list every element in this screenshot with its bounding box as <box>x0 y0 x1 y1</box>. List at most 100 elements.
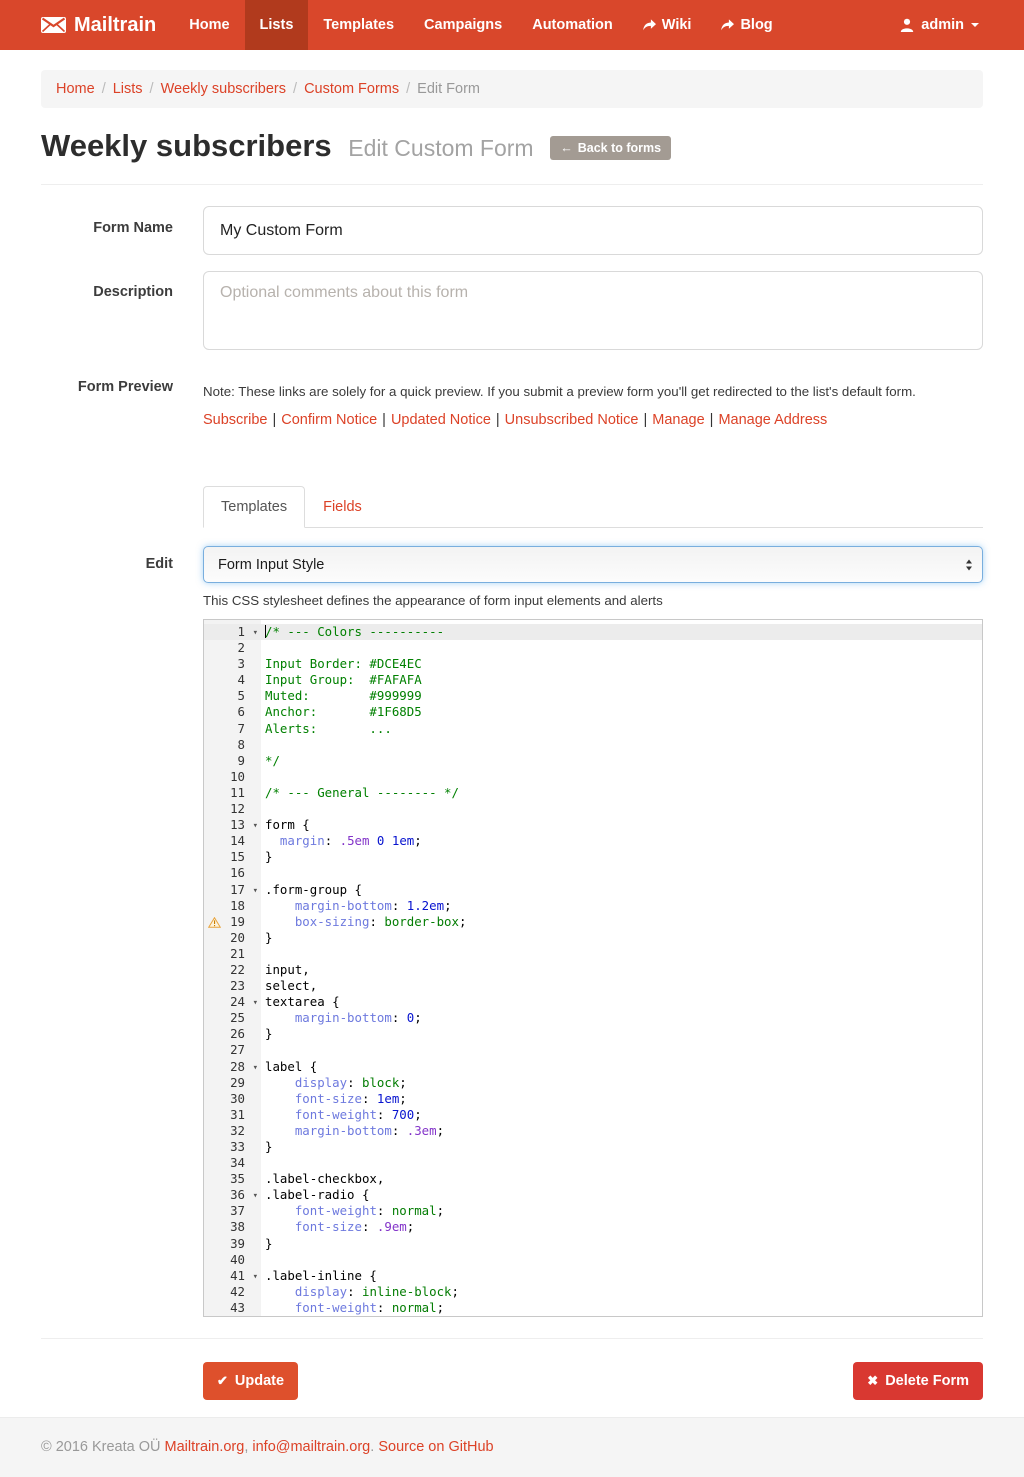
code-text: Muted: #999999 <box>261 688 422 704</box>
breadcrumb-link-lists[interactable]: Lists <box>113 81 143 97</box>
footer-link-source-on-github[interactable]: Source on GitHub <box>378 1439 493 1455</box>
code-text: display: inline-block; <box>261 1284 459 1300</box>
fold-arrow-icon[interactable]: ▾ <box>253 995 258 1011</box>
line-number: 1▾ <box>204 624 261 640</box>
code-text <box>261 801 265 817</box>
tab-templates[interactable]: Templates <box>203 486 305 528</box>
preview-link-subscribe[interactable]: Subscribe <box>203 412 267 428</box>
line-number: 39 <box>204 1236 261 1252</box>
code-line: 38 font-size: .9em; <box>204 1219 982 1235</box>
user-name: admin <box>921 17 964 33</box>
code-line: 6Anchor: #1F68D5 <box>204 704 982 720</box>
delete-form-button[interactable]: ✖ Delete Form <box>853 1362 983 1400</box>
description-textarea[interactable] <box>203 271 983 350</box>
tab-fields[interactable]: Fields <box>305 486 380 528</box>
line-number: 30 <box>204 1091 261 1107</box>
pipe-separator: | <box>705 412 719 428</box>
code-text: .form-group { <box>261 882 362 898</box>
fold-arrow-icon[interactable]: ▾ <box>253 1060 258 1076</box>
code-text: margin-left: .3em; <box>261 1316 429 1317</box>
nav-item-automation[interactable]: Automation <box>517 0 628 50</box>
nav-item-wiki[interactable]: Wiki <box>628 0 707 50</box>
code-line: 33} <box>204 1139 982 1155</box>
breadcrumb-separator: / <box>95 81 113 97</box>
line-number: 13▾ <box>204 817 261 833</box>
footer: © 2016 Kreata OÜ Mailtrain.org, info@mai… <box>0 1417 1024 1477</box>
chevron-down-icon <box>971 23 979 27</box>
pipe-separator: | <box>377 412 391 428</box>
nav-item-blog[interactable]: Blog <box>706 0 787 50</box>
fold-arrow-icon[interactable]: ▾ <box>253 625 258 641</box>
code-text: input, <box>261 962 310 978</box>
code-text: Anchor: #1F68D5 <box>261 704 422 720</box>
code-text: margin-bottom: 0; <box>261 1010 422 1026</box>
code-line: 10 <box>204 769 982 785</box>
fold-arrow-icon[interactable]: ▾ <box>253 1269 258 1285</box>
code-line: 40 <box>204 1252 982 1268</box>
css-code-editor[interactable]: 1▾/* --- Colors ----------23Input Border… <box>203 619 983 1317</box>
code-text: margin-bottom: .3em; <box>261 1123 444 1139</box>
code-text <box>261 640 265 656</box>
breadcrumb-link-custom-forms[interactable]: Custom Forms <box>304 81 399 97</box>
line-number: 32 <box>204 1123 261 1139</box>
nav-item-home[interactable]: Home <box>174 0 244 50</box>
fold-arrow-icon[interactable]: ▾ <box>253 1188 258 1204</box>
code-text: select, <box>261 978 317 994</box>
fold-arrow-icon[interactable]: ▾ <box>253 818 258 834</box>
edit-label: Edit <box>41 546 203 1317</box>
preview-link-unsubscribed-notice[interactable]: Unsubscribed Notice <box>505 412 639 428</box>
nav-item-label: Wiki <box>662 17 692 33</box>
form-name-label: Form Name <box>41 206 203 255</box>
line-number: 2 <box>204 640 261 656</box>
main-nav: Home Lists TemplatesCampaignsAutomation Wik… <box>174 0 787 50</box>
pipe-separator: | <box>638 412 652 428</box>
footer-link-mailtrain.org[interactable]: Mailtrain.org <box>165 1439 245 1455</box>
line-number: 20 <box>204 930 261 946</box>
line-number: 37 <box>204 1203 261 1219</box>
preview-link-updated-notice[interactable]: Updated Notice <box>391 412 491 428</box>
code-line: 42 display: inline-block; <box>204 1284 982 1300</box>
back-to-forms-button[interactable]: ← Back to forms <box>550 136 671 160</box>
nav-item-lists[interactable]: Lists <box>245 0 309 50</box>
code-text: font-weight: normal; <box>261 1203 444 1219</box>
code-text: font-weight: 700; <box>261 1107 422 1123</box>
line-number: 15 <box>204 849 261 865</box>
breadcrumb-link-home[interactable]: Home <box>56 81 95 97</box>
code-text: box-sizing: border-box; <box>261 914 466 930</box>
line-number: 3 <box>204 656 261 672</box>
preview-link-manage[interactable]: Manage <box>652 412 704 428</box>
breadcrumb-separator: / <box>286 81 304 97</box>
edit-help-text: This CSS stylesheet defines the appearan… <box>203 593 983 608</box>
nav-item-label: Lists <box>260 17 294 33</box>
breadcrumb-link-weekly-subscribers[interactable]: Weekly subscribers <box>161 81 286 97</box>
user-menu[interactable]: admin <box>896 0 983 50</box>
x-icon: ✖ <box>867 1373 878 1389</box>
edit-template-select[interactable]: Form Input Style <box>203 546 983 583</box>
code-text <box>261 1252 265 1268</box>
code-line: 28▾label { <box>204 1059 982 1075</box>
update-button[interactable]: ✔ Update <box>203 1362 298 1400</box>
select-arrows-icon <box>966 559 972 570</box>
line-number: 4 <box>204 672 261 688</box>
line-number: 34 <box>204 1155 261 1171</box>
code-text: } <box>261 1026 272 1042</box>
fold-arrow-icon[interactable]: ▾ <box>253 883 258 899</box>
code-text: margin: .5em 0 1em; <box>261 833 422 849</box>
external-link-icon <box>721 19 734 31</box>
form-preview-label: Form Preview <box>41 379 203 428</box>
preview-link-confirm-notice[interactable]: Confirm Notice <box>281 412 377 428</box>
form-name-input[interactable] <box>203 206 983 255</box>
line-number: 21 <box>204 946 261 962</box>
line-number: 38 <box>204 1219 261 1235</box>
preview-link-manage-address[interactable]: Manage Address <box>718 412 827 428</box>
nav-item-campaigns[interactable]: Campaigns <box>409 0 517 50</box>
footer-link-info@mailtrain.org[interactable]: info@mailtrain.org <box>252 1439 370 1455</box>
code-line: 20} <box>204 930 982 946</box>
line-number: 5 <box>204 688 261 704</box>
nav-item-templates[interactable]: Templates <box>308 0 409 50</box>
code-line: 26} <box>204 1026 982 1042</box>
brand-link[interactable]: Mailtrain <box>41 0 174 50</box>
user-icon <box>900 18 914 32</box>
code-text: font-size: .9em; <box>261 1219 414 1235</box>
breadcrumb-separator: / <box>399 81 417 97</box>
